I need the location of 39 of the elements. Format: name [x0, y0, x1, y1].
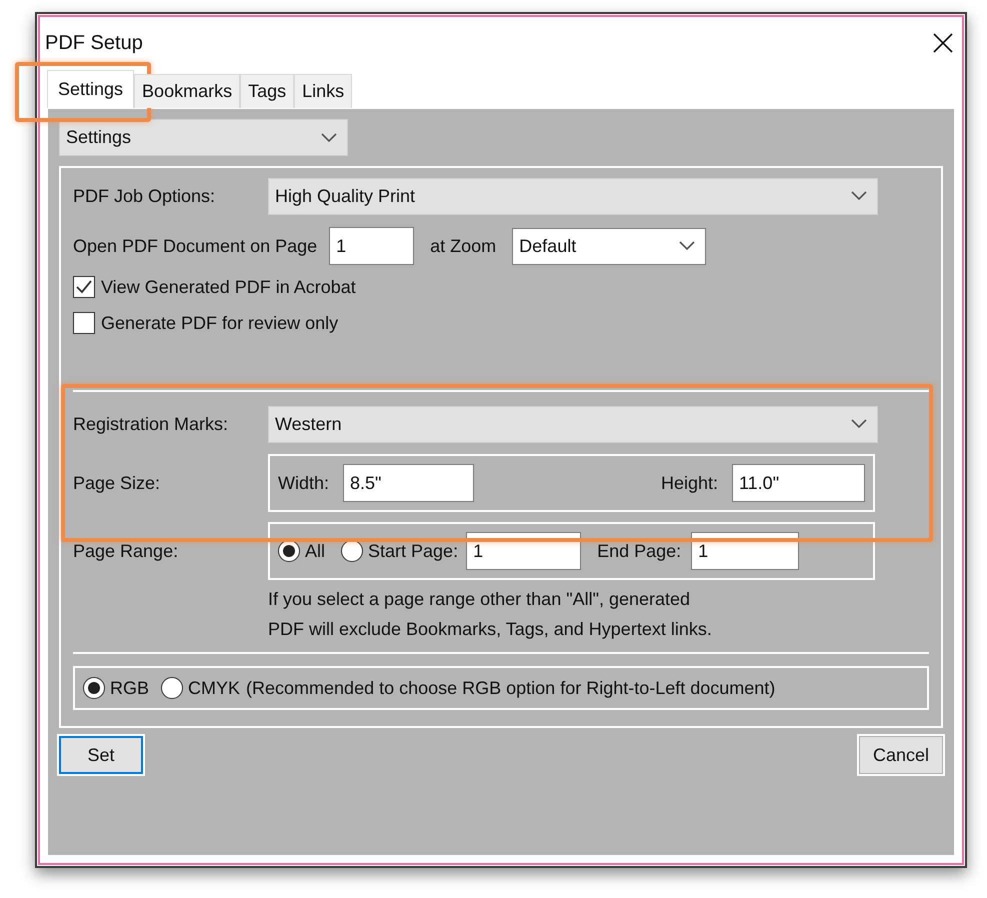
field-label: at Zoom — [430, 236, 496, 256]
checkbox[interactable] — [73, 276, 95, 298]
dialog-button[interactable]: Set — [59, 736, 143, 774]
page-input[interactable]: 1 — [329, 227, 414, 265]
field-label: Page Size: — [73, 472, 162, 494]
close-icon[interactable] — [933, 33, 953, 53]
checkbox-label: View Generated PDF in Acrobat — [101, 276, 356, 298]
dialog-button[interactable]: Cancel — [859, 736, 943, 774]
radio-option[interactable]: All — [278, 540, 326, 562]
radio-option[interactable]: CMYK — [161, 677, 240, 699]
section-dropdown[interactable]: Settings — [59, 119, 348, 156]
field-label: Open PDF Document on Page — [73, 236, 318, 256]
width-input[interactable]: 8.5" — [343, 464, 474, 502]
height-input[interactable]: 11.0" — [732, 464, 865, 502]
chevron-icon — [321, 132, 337, 142]
field-label: Width: — [278, 472, 330, 494]
window-title: PDF Setup — [45, 32, 143, 54]
field-label: Height: — [660, 472, 718, 494]
chevron-icon — [679, 241, 696, 251]
registration-dropdown[interactable]: Western — [268, 406, 878, 442]
field-label: End Page: — [597, 540, 682, 562]
checkmark-icon — [76, 280, 92, 294]
range-note: If you select a page range other than "All", generated PDF will exclude Bookmarks, Tags, and Hypertext links. — [268, 588, 713, 641]
tab[interactable]: Bookmarks — [134, 74, 240, 108]
field-label: PDF Job Options: — [73, 186, 216, 206]
checkbox[interactable] — [73, 312, 95, 334]
radio-option[interactable]: RGB — [83, 677, 150, 699]
chevron-icon — [851, 419, 867, 429]
field-label: Page Range: — [73, 540, 180, 562]
color-note: (Recommended to choose RGB option for Right-to-Left document) — [246, 678, 776, 698]
tab[interactable]: Links — [294, 74, 352, 108]
chevron-icon — [851, 191, 867, 201]
tab[interactable]: Tags — [240, 74, 294, 108]
job-options-dropdown[interactable]: High Quality Print — [268, 178, 878, 214]
zoom-dropdown[interactable]: Default — [512, 228, 706, 264]
radio-option[interactable]: Start Page: — [341, 540, 458, 562]
checkbox-label: Generate PDF for review only — [101, 312, 338, 334]
tab[interactable]: Settings — [47, 70, 134, 108]
field-label: Registration Marks: — [73, 414, 230, 434]
